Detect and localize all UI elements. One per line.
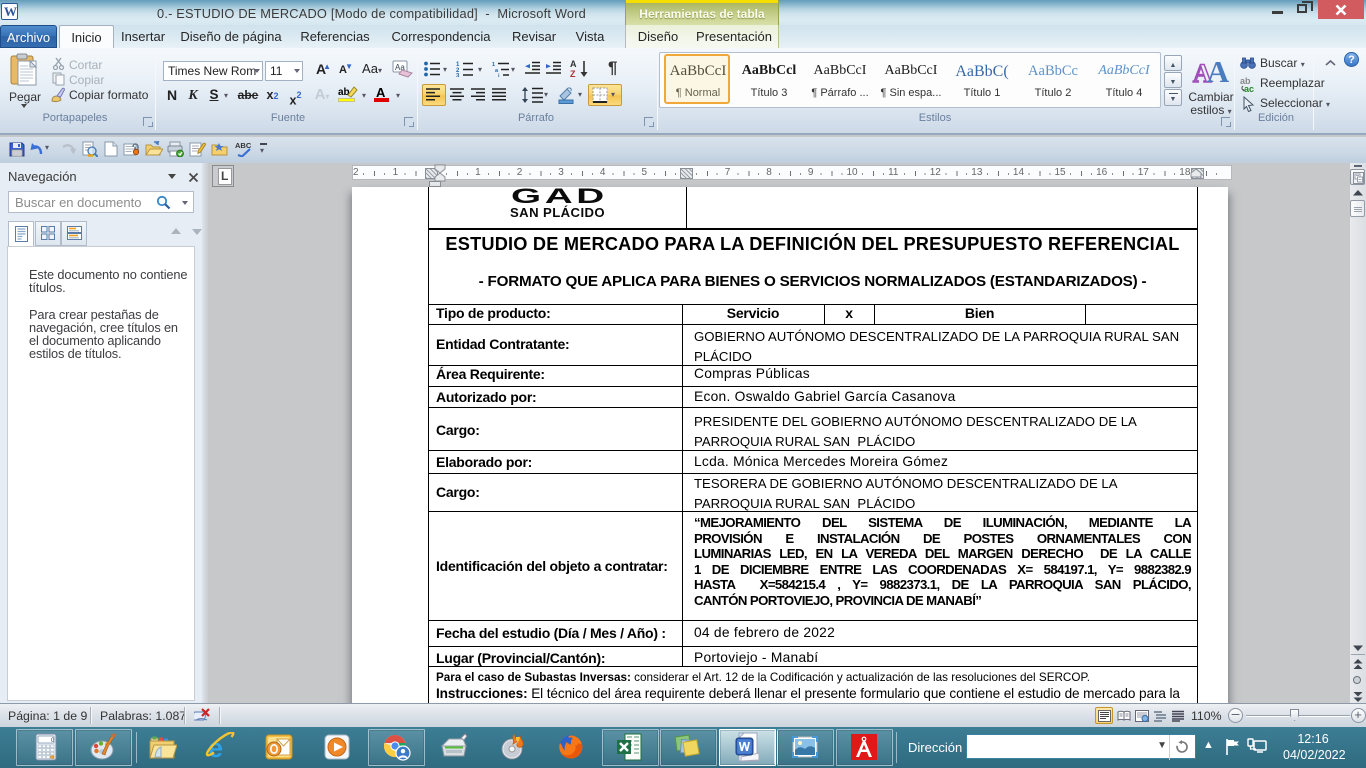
svg-text:ac: ac — [1244, 84, 1254, 92]
svg-text:i: i — [498, 74, 500, 78]
svg-text:A: A — [570, 59, 577, 69]
svg-text:Z: Z — [570, 69, 576, 78]
svg-text:3: 3 — [456, 74, 460, 78]
